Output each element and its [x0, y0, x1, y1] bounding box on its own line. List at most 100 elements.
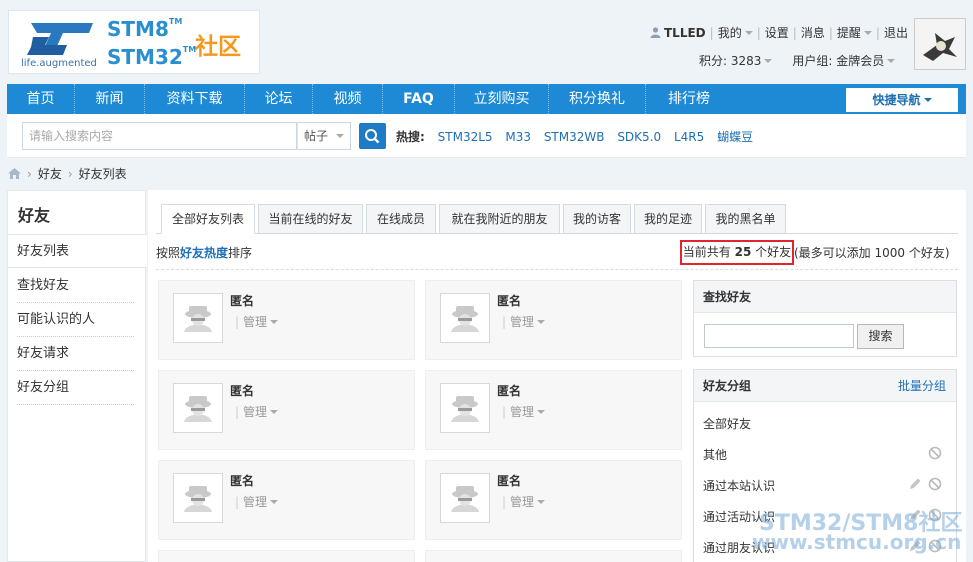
block-icon[interactable] — [928, 446, 942, 460]
sort-by-popularity-link[interactable]: 好友热度 — [180, 246, 228, 260]
tab-all-friends[interactable]: 全部好友列表 — [161, 204, 255, 234]
chevron-down-icon — [764, 59, 773, 63]
sidebar-item-friend-groups[interactable]: 好友分组 — [17, 371, 134, 405]
logo-community-text: 社区 — [195, 34, 241, 60]
friend-manage-menu[interactable]: | 管理 — [235, 403, 279, 420]
friend-groups-header: 好友分组 批量分组 — [694, 370, 956, 402]
chevron-down-icon — [744, 31, 753, 35]
chevron-down-icon — [923, 98, 932, 102]
search-button[interactable] — [359, 123, 386, 149]
nav-item-buy[interactable]: 立刻购买 — [455, 84, 549, 114]
points-menu[interactable]: 积分: 3283 — [699, 54, 773, 68]
friend-manage-menu[interactable]: | 管理 — [235, 493, 279, 510]
find-friends-input[interactable] — [704, 324, 854, 348]
search-icon — [365, 129, 380, 144]
avatar[interactable] — [914, 18, 966, 70]
chevron-down-icon — [537, 500, 546, 504]
friend-name[interactable]: 匿名 — [497, 382, 521, 399]
usergroup-menu[interactable]: 用户组: 金牌会员 — [792, 54, 896, 68]
friend-card: 匿名 | 管理 — [158, 460, 415, 540]
anonymous-avatar-icon — [174, 294, 222, 342]
friend-manage-menu[interactable]: | 管理 — [235, 313, 279, 330]
friend-card: 匿名 | 管理 — [425, 460, 682, 540]
block-icon[interactable] — [928, 477, 942, 491]
search-input[interactable]: 请输入搜索内容 — [22, 122, 297, 150]
messages-link[interactable]: 消息 — [801, 24, 825, 41]
hot-search-label: 热搜: — [396, 130, 425, 144]
nav-item-ranking[interactable]: 排行榜 — [646, 84, 732, 114]
chevron-down-icon — [270, 410, 279, 414]
sidebar-item-friend-list[interactable]: 好友列表 — [8, 234, 147, 268]
tab-my-visitors[interactable]: 我的访客 — [563, 204, 631, 234]
breadcrumb-friend-list[interactable]: 好友列表 — [79, 167, 127, 181]
home-icon[interactable] — [8, 168, 21, 179]
hot-search-item[interactable]: STM32L5 — [438, 130, 493, 144]
friend-avatar[interactable] — [440, 293, 490, 343]
friend-card-partial — [425, 550, 682, 562]
find-friends-search-button[interactable]: 搜索 — [857, 324, 904, 349]
batch-group-link[interactable]: 批量分组 — [898, 370, 946, 402]
hot-search-item[interactable]: M33 — [505, 130, 531, 144]
friend-manage-menu[interactable]: | 管理 — [502, 493, 546, 510]
friend-card: 匿名 | 管理 — [158, 280, 415, 360]
friend-avatar[interactable] — [173, 473, 223, 523]
friend-limit: (最多可以添加 1000 个好友) — [794, 246, 950, 260]
group-item-other[interactable]: 其他 — [703, 446, 727, 463]
tab-my-blacklist[interactable]: 我的黑名单 — [705, 204, 786, 234]
nav-item-forum[interactable]: 论坛 — [245, 84, 313, 114]
friend-manage-menu[interactable]: | 管理 — [502, 313, 546, 330]
chevron-down-icon — [270, 500, 279, 504]
watermark-line2: www.stmcu.org.cn — [752, 530, 962, 554]
my-menu[interactable]: 我的 — [718, 24, 753, 41]
friend-avatar[interactable] — [440, 383, 490, 433]
search-bar: 请输入搜索内容 帖子 热搜: STM32L5 M33 STM32WB SDK5.… — [7, 114, 966, 158]
friend-name[interactable]: 匿名 — [497, 292, 521, 309]
friend-manage-menu[interactable]: | 管理 — [502, 403, 546, 420]
quick-nav-button[interactable]: 快捷导航 — [846, 88, 958, 112]
friend-avatar[interactable] — [440, 473, 490, 523]
breadcrumb-friends[interactable]: 好友 — [38, 167, 62, 181]
nav-item-home[interactable]: 首页 — [7, 84, 75, 114]
friend-name[interactable]: 匿名 — [230, 472, 254, 489]
logout-link[interactable]: 退出 — [884, 24, 908, 41]
edit-icon[interactable] — [908, 477, 922, 491]
notifications-menu[interactable]: 提醒 — [837, 24, 872, 41]
friend-groups-title: 好友分组 — [703, 379, 752, 393]
friend-name[interactable]: 匿名 — [497, 472, 521, 489]
site-header: life.augmented STM8TM STM32TM 社区 TLLED | 我… — [0, 0, 973, 80]
nav-item-video[interactable]: 视频 — [313, 84, 383, 114]
nav-item-faq[interactable]: FAQ — [383, 84, 455, 114]
settings-link[interactable]: 设置 — [765, 24, 789, 41]
st-logo-icon — [27, 23, 93, 55]
search-type-select[interactable]: 帖子 — [297, 122, 351, 150]
group-item-site[interactable]: 通过本站认识 — [703, 477, 775, 494]
user-toolbar: TLLED | 我的 | 设置 | 消息 | 提醒 | 退出 — [650, 24, 908, 41]
nav-item-downloads[interactable]: 资料下载 — [145, 84, 245, 114]
hot-search-item[interactable]: STM32WB — [544, 130, 605, 144]
sidebar: 好友 好友列表 查找好友 可能认识的人 好友请求 好友分组 — [7, 190, 147, 562]
hot-search-item[interactable]: L4R5 — [674, 130, 704, 144]
friend-name[interactable]: 匿名 — [230, 292, 254, 309]
logo-tagline: life.augmented — [21, 58, 97, 69]
nav-item-news[interactable]: 新闻 — [75, 84, 145, 114]
sidebar-title: 好友 — [18, 206, 51, 225]
username-link[interactable]: TLLED — [664, 26, 706, 40]
hot-search-item[interactable]: 蝴蝶豆 — [717, 130, 753, 144]
group-item-all[interactable]: 全部好友 — [703, 415, 751, 432]
chevron-down-icon — [887, 59, 896, 63]
hot-search-item[interactable]: SDK5.0 — [617, 130, 661, 144]
tab-online-friends[interactable]: 当前在线的好友 — [258, 204, 363, 234]
chevron-down-icon — [537, 320, 546, 324]
friend-name[interactable]: 匿名 — [230, 382, 254, 399]
sidebar-item-friend-requests[interactable]: 好友请求 — [17, 337, 134, 371]
sidebar-item-find-friends[interactable]: 查找好友 — [17, 269, 134, 303]
sidebar-item-people-you-may-know[interactable]: 可能认识的人 — [17, 303, 134, 337]
tab-online-members[interactable]: 在线成员 — [366, 204, 436, 234]
anonymous-avatar-icon — [441, 294, 489, 342]
site-logo[interactable]: life.augmented STM8TM STM32TM 社区 — [8, 10, 260, 74]
friend-avatar[interactable] — [173, 383, 223, 433]
friend-avatar[interactable] — [173, 293, 223, 343]
nav-item-rewards[interactable]: 积分换礼 — [549, 84, 646, 114]
tab-my-footprints[interactable]: 我的足迹 — [634, 204, 702, 234]
tab-nearby-friends[interactable]: 就在我附近的朋友 — [439, 204, 560, 234]
